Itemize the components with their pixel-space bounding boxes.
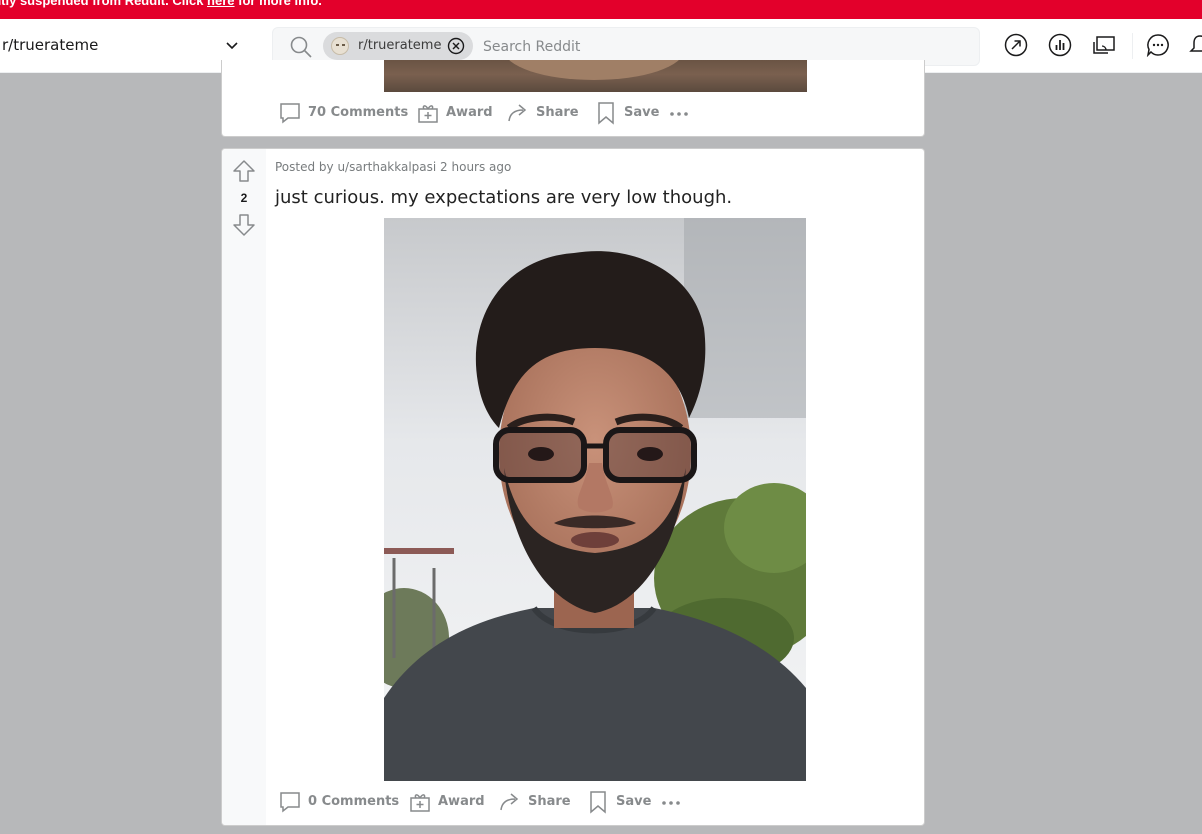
previous-post-image[interactable]: [384, 60, 807, 92]
previous-post-card: 70 Comments Award Share Save: [221, 60, 925, 137]
award-icon: [410, 794, 430, 812]
header-divider: [1132, 33, 1133, 59]
search-community-chip: r/truerateme: [323, 32, 473, 60]
video-icon[interactable]: [1092, 33, 1116, 57]
share-icon: [500, 793, 519, 811]
vote-count: 2: [240, 191, 248, 205]
award-label: Award: [446, 105, 493, 120]
banner-text: ently suspended from Reddit. Click here …: [0, 0, 322, 8]
share-button[interactable]: Share: [500, 98, 579, 128]
popular-icon[interactable]: [1004, 33, 1028, 57]
banner-text-before: ently suspended from Reddit. Click: [0, 0, 208, 8]
search-input[interactable]: [481, 34, 965, 60]
bookmark-icon: [598, 102, 614, 125]
community-avatar: [331, 37, 349, 55]
save-button[interactable]: Save: [588, 98, 660, 128]
chevron-down-icon: [226, 42, 238, 50]
save-label: Save: [624, 105, 660, 120]
selfie-photo: [384, 218, 806, 781]
notification-icon[interactable]: [1188, 33, 1202, 57]
stats-icon[interactable]: [1048, 33, 1072, 57]
community-picker[interactable]: r/truerateme: [0, 27, 252, 63]
share-label: Share: [536, 105, 579, 120]
more-options-icon[interactable]: [667, 102, 691, 126]
more-options-icon[interactable]: [659, 791, 683, 815]
comments-button[interactable]: 70 Comments: [272, 98, 408, 128]
upvote-icon[interactable]: [232, 159, 256, 183]
award-button[interactable]: Award: [402, 787, 485, 817]
chat-icon[interactable]: [1146, 33, 1170, 57]
comment-icon: [280, 792, 300, 813]
comment-icon: [280, 103, 300, 124]
post-image[interactable]: [384, 218, 806, 781]
close-icon[interactable]: [447, 37, 465, 55]
post-card: 2 Posted by u/sarthakkalpasi 2 hours ago…: [221, 148, 925, 826]
search-icon: [290, 36, 312, 58]
post-title[interactable]: just curious. my expectations are very l…: [275, 187, 732, 208]
vote-column: 2: [222, 149, 266, 825]
chip-label: r/truerateme: [358, 38, 442, 53]
share-label: Share: [528, 794, 571, 809]
comments-label: 70 Comments: [308, 105, 409, 120]
suspension-banner: ently suspended from Reddit. Click here …: [0, 0, 1202, 19]
banner-text-after: for more info.: [234, 0, 322, 8]
banner-link[interactable]: here: [207, 0, 234, 8]
share-button[interactable]: Share: [492, 787, 571, 817]
comments-label: 0 Comments: [308, 794, 400, 809]
award-label: Award: [438, 794, 485, 809]
award-icon: [418, 105, 438, 123]
bookmark-icon: [590, 791, 606, 814]
save-label: Save: [616, 794, 652, 809]
award-button[interactable]: Award: [410, 98, 493, 128]
downvote-icon[interactable]: [232, 213, 256, 237]
comments-button[interactable]: 0 Comments: [272, 787, 399, 817]
save-button[interactable]: Save: [580, 787, 652, 817]
post-meta: Posted by u/sarthakkalpasi 2 hours ago: [275, 160, 512, 174]
share-icon: [508, 104, 527, 122]
community-name: r/truerateme: [2, 36, 99, 54]
